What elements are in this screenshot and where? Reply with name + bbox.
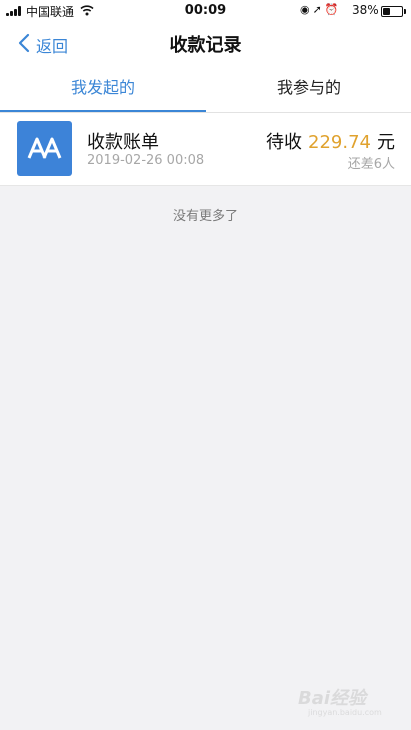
tab-participated[interactable]: 我参与的 — [206, 66, 411, 112]
baidu-watermark: Bai经验 jingyan.baidu.com — [298, 680, 398, 724]
tab-bar: 我发起的 我参与的 — [0, 66, 411, 113]
aa-icon — [17, 121, 72, 176]
location-icon: ➚ — [312, 3, 325, 16]
battery-percent: 38% — [352, 3, 379, 17]
record-title: 收款账单 — [87, 132, 159, 153]
tab-initiated[interactable]: 我发起的 — [0, 66, 206, 112]
amount-value: 229.74 — [308, 132, 371, 153]
record-remaining: 还差6人 — [347, 157, 395, 172]
watermark-text: Bai经验 — [298, 688, 367, 709]
status-time: 00:09 — [184, 3, 227, 18]
page-title: 收款记录 — [169, 35, 242, 56]
battery-icon — [381, 6, 406, 17]
status-bar: 中国联通 00:09 ◉➚⏰ 38% — [0, 0, 411, 22]
no-more-text: 没有更多了 — [172, 209, 238, 224]
record-date: 2019-02-26 00:08 — [87, 153, 205, 168]
active-tab-indicator — [0, 110, 206, 112]
amount-currency: 元 — [377, 132, 395, 153]
status-icons: ◉➚⏰ — [300, 3, 342, 16]
list-item[interactable]: 收款账单 2019-02-26 00:08 待收 229.74 元 还差6人 — [0, 113, 411, 186]
record-amount: 待收 229.74 元 — [266, 128, 395, 154]
watermark-sub: jingyan.baidu.com — [308, 708, 382, 717]
rotation-lock-icon: ◉ — [300, 3, 313, 16]
amount-prefix: 待收 — [266, 132, 303, 153]
alarm-icon: ⏰ — [324, 3, 342, 16]
